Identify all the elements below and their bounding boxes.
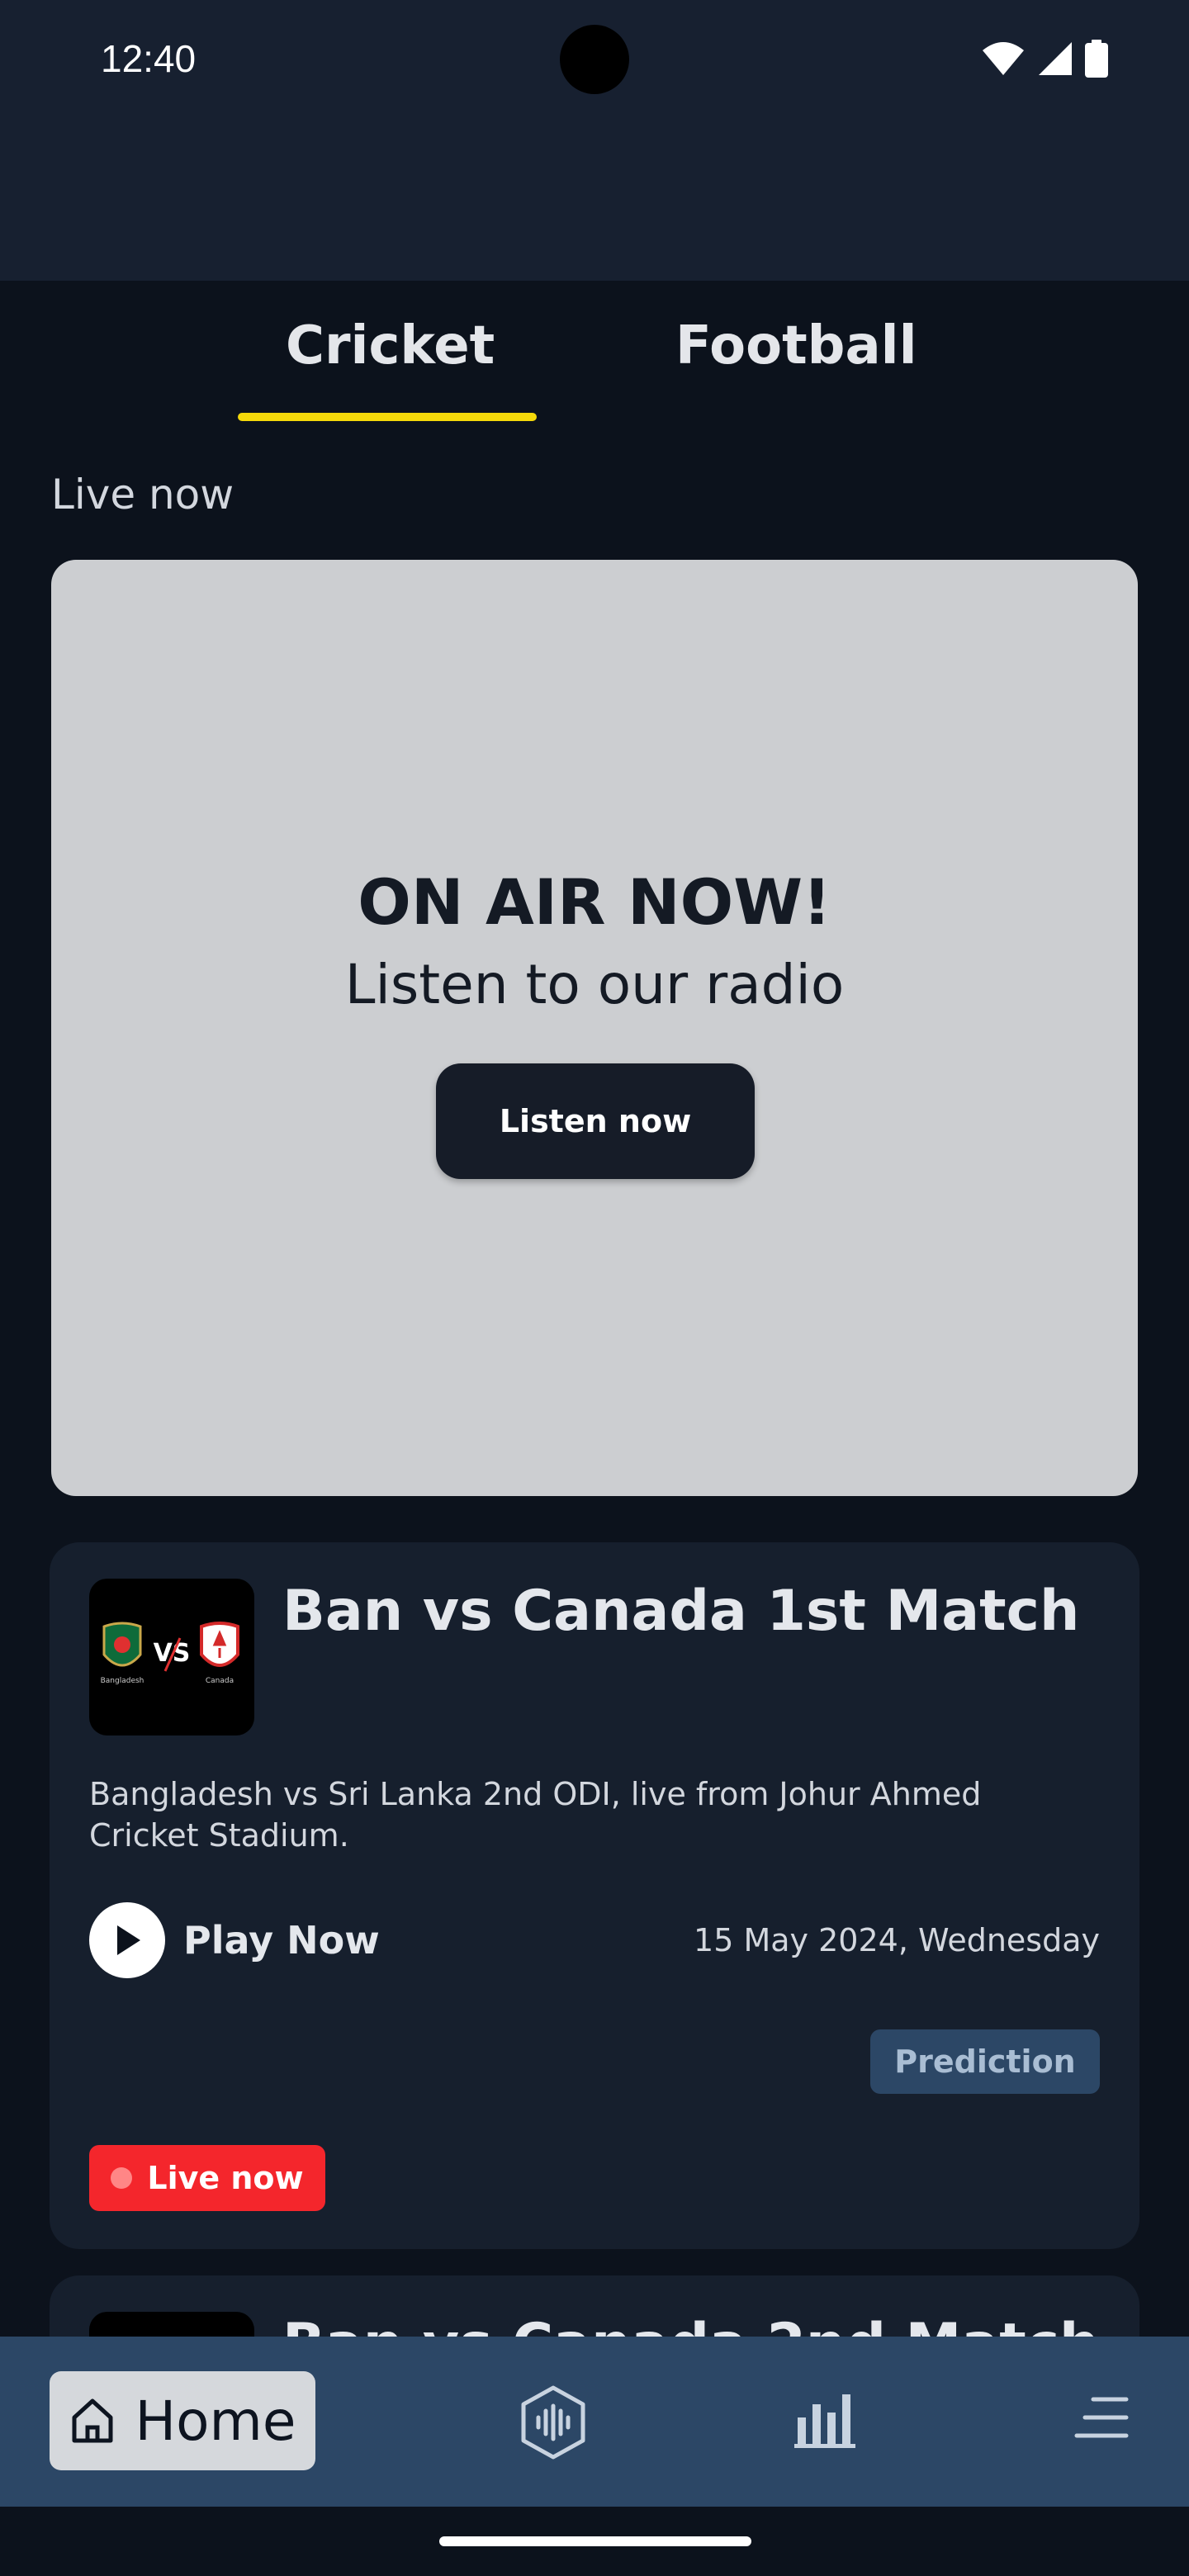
live-dot-icon [111, 2167, 133, 2189]
radio-subtitle: Listen to our radio [344, 953, 845, 1016]
live-now-heading: Live now [51, 471, 234, 519]
system-gesture-area [0, 2507, 1189, 2576]
camera-cutout [560, 25, 629, 94]
status-icons [981, 40, 1108, 78]
live-badge: Live now [89, 2145, 325, 2211]
listen-now-button[interactable]: Listen now [436, 1063, 755, 1179]
match-card[interactable]: Bangladesh VS Canada Ban vs Canada 1st M… [50, 1542, 1139, 2249]
status-time: 12:40 [101, 37, 197, 80]
radio-title: ON AIR NOW! [358, 865, 831, 939]
bottom-navigation: Home [0, 2337, 1189, 2507]
home-gesture-bar[interactable] [439, 2536, 751, 2546]
tab-cricket[interactable]: Cricket [286, 315, 495, 376]
match-thumbnail: Bangladesh VS Canada [89, 1579, 254, 1735]
home-icon [72, 2398, 113, 2443]
thumb-team-1-label: Bangladesh [101, 1677, 144, 1685]
battery-icon [1085, 40, 1108, 78]
bar-chart-icon[interactable] [793, 2384, 859, 2451]
signal-icon [1039, 42, 1072, 75]
tab-football[interactable]: Football [675, 315, 917, 376]
radio-card: ON AIR NOW! Listen to our radio Listen n… [51, 560, 1138, 1496]
status-bar: 12:40 [0, 0, 1189, 281]
play-icon [89, 1902, 165, 1978]
nav-home-label: Home [135, 2389, 296, 2453]
match-title: Ban vs Canada 1st Match [282, 1579, 1080, 1644]
radio-waves-icon[interactable] [515, 2384, 591, 2460]
sport-tabs: Cricket Football [0, 281, 1189, 426]
menu-icon[interactable] [1073, 2391, 1130, 2444]
live-badge-label: Live now [147, 2160, 304, 2196]
match-description: Bangladesh vs Sri Lanka 2nd ODI, live fr… [89, 1776, 982, 1854]
match-date: 15 May 2024, Wednesday [694, 1922, 1100, 1958]
active-tab-indicator [238, 413, 537, 421]
wifi-icon [983, 42, 1024, 75]
play-now-button[interactable]: Play Now [89, 1902, 380, 1978]
play-now-label: Play Now [183, 1918, 380, 1963]
thumb-team-2-label: Canada [206, 1677, 234, 1685]
nav-home-button[interactable]: Home [50, 2371, 315, 2470]
prediction-button[interactable]: Prediction [870, 2029, 1100, 2094]
thumb-vs-label: VS [154, 1639, 191, 1668]
